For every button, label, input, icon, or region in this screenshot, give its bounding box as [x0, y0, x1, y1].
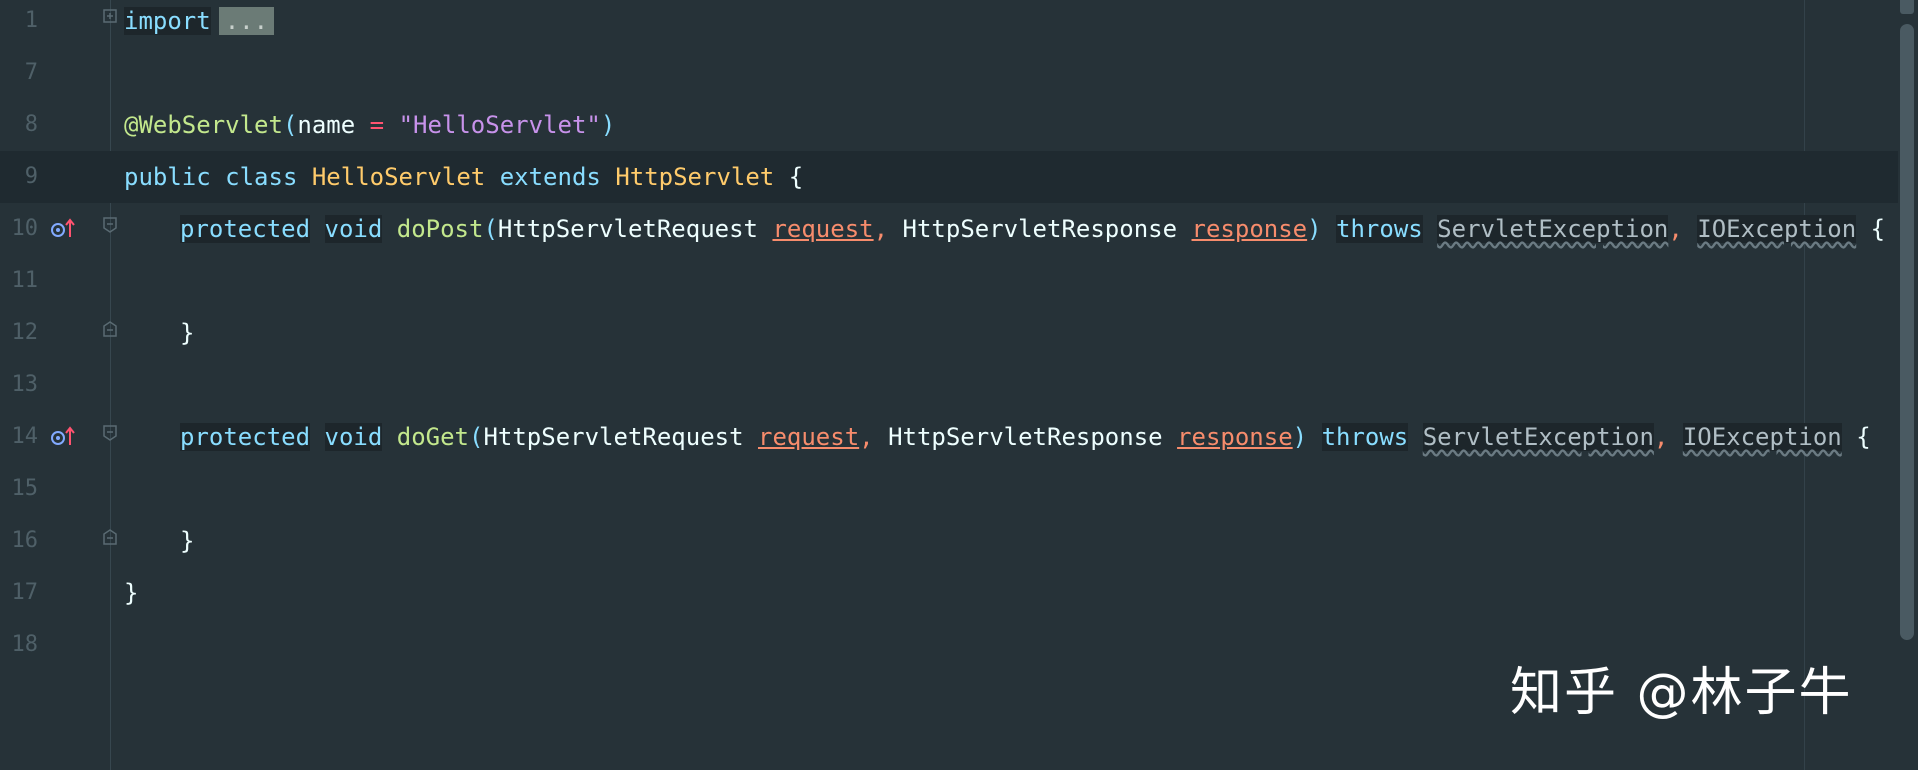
fold-marker-icon[interactable]: [103, 424, 117, 442]
keyword: void: [324, 423, 383, 451]
code-text[interactable]: }: [124, 567, 138, 619]
param-type: HttpServletResponse: [888, 423, 1163, 451]
parameter: response: [1191, 215, 1308, 243]
line-number: 11: [11, 268, 39, 293]
scrollbar-thumb[interactable]: [1900, 24, 1914, 640]
method-name: doGet: [396, 423, 469, 451]
code-text[interactable]: }: [180, 307, 194, 359]
keyword: extends: [499, 163, 601, 191]
brace: }: [180, 527, 195, 555]
keyword: void: [324, 215, 383, 243]
paren: ): [600, 111, 616, 139]
watermark: 知乎 @林子牛: [1510, 663, 1853, 723]
code-line-current[interactable]: 9 public class HelloServlet extends Http…: [0, 151, 1898, 203]
paren: ): [1307, 215, 1322, 243]
brace: {: [788, 163, 804, 191]
line-number: 13: [11, 372, 39, 397]
paren: (: [282, 111, 298, 139]
fold-marker-icon[interactable]: [103, 320, 117, 338]
line-number: 8: [24, 112, 38, 137]
keyword: throws: [1336, 215, 1423, 243]
code-text[interactable]: protected void doGet(HttpServletRequest …: [180, 411, 1871, 463]
brace: }: [180, 319, 195, 347]
override-method-icon[interactable]: [50, 425, 76, 449]
line-number: 17: [11, 580, 39, 605]
keyword-import: import: [124, 7, 211, 35]
comma: ,: [1668, 215, 1683, 243]
brace: {: [1856, 423, 1871, 451]
folded-imports-placeholder[interactable]: ...: [218, 7, 275, 35]
annotation-attribute: name: [297, 111, 356, 139]
keyword: throws: [1321, 423, 1409, 451]
code-text[interactable]: import...: [124, 0, 275, 47]
code-line[interactable]: 12 }: [0, 307, 1898, 359]
paren: ): [1292, 423, 1308, 451]
paren: (: [469, 423, 484, 451]
code-line[interactable]: 14 protected void doGet(HttpServletReque…: [0, 411, 1898, 463]
parameter: request: [772, 215, 874, 243]
code-line[interactable]: 10 protected void doPost(HttpServletRequ…: [0, 203, 1898, 255]
param-type: HttpServletResponse: [902, 215, 1178, 243]
line-number: 14: [11, 424, 39, 449]
code-text[interactable]: protected void doPost(HttpServletRequest…: [180, 203, 1885, 255]
method-name: doPost: [396, 215, 484, 243]
line-number: 15: [11, 476, 39, 501]
override-method-icon[interactable]: [50, 217, 76, 241]
line-number: 9: [24, 164, 38, 189]
scrollbar-top-marker[interactable]: [1900, 0, 1914, 14]
code-line[interactable]: 7: [0, 47, 1898, 99]
code-text[interactable]: }: [180, 515, 194, 567]
keyword: public: [124, 163, 211, 191]
annotation: @WebServlet: [124, 111, 283, 139]
fold-marker-icon[interactable]: [103, 528, 117, 546]
paren: (: [483, 215, 498, 243]
comma: ,: [859, 423, 874, 451]
code-line[interactable]: 17 }: [0, 567, 1898, 619]
line-number: 18: [11, 632, 39, 657]
comma: ,: [1653, 423, 1669, 451]
line-number: 7: [24, 60, 38, 85]
exception-type: IOException: [1697, 215, 1857, 243]
exception-type: ServletException: [1437, 215, 1669, 243]
exception-type: ServletException: [1422, 423, 1654, 451]
code-editor[interactable]: 1 import... 7 8 @WebServlet(name = "Hell…: [0, 0, 1918, 770]
fold-marker-icon[interactable]: [103, 216, 117, 234]
brace: {: [1870, 215, 1886, 243]
line-number: 10: [11, 216, 39, 241]
code-line[interactable]: 11: [0, 255, 1898, 307]
comma: ,: [873, 215, 889, 243]
operator: =: [369, 111, 385, 139]
param-type: HttpServletRequest: [497, 215, 758, 243]
line-number: 16: [11, 528, 39, 553]
code-line[interactable]: 1 import...: [0, 0, 1898, 47]
code-line[interactable]: 13: [0, 359, 1898, 411]
param-type: HttpServletRequest: [483, 423, 744, 451]
class-name: HelloServlet: [311, 163, 486, 191]
exception-type: IOException: [1682, 423, 1842, 451]
code-line[interactable]: 16 }: [0, 515, 1898, 567]
keyword: protected: [180, 423, 311, 451]
line-number: 12: [11, 320, 39, 345]
code-line[interactable]: 8 @WebServlet(name = "HelloServlet"): [0, 99, 1898, 151]
keyword: protected: [180, 215, 311, 243]
fold-marker-icon[interactable]: [103, 8, 117, 26]
code-text[interactable]: public class HelloServlet extends HttpSe…: [124, 151, 803, 203]
code-text[interactable]: @WebServlet(name = "HelloServlet"): [124, 99, 615, 151]
string-literal: "HelloServlet": [398, 111, 601, 139]
parameter: response: [1177, 423, 1293, 451]
superclass-name: HttpServlet: [615, 163, 775, 191]
keyword: class: [225, 163, 298, 191]
parameter: request: [758, 423, 860, 451]
brace: }: [124, 579, 139, 607]
code-line[interactable]: 15: [0, 463, 1898, 515]
line-number: 1: [24, 8, 38, 33]
